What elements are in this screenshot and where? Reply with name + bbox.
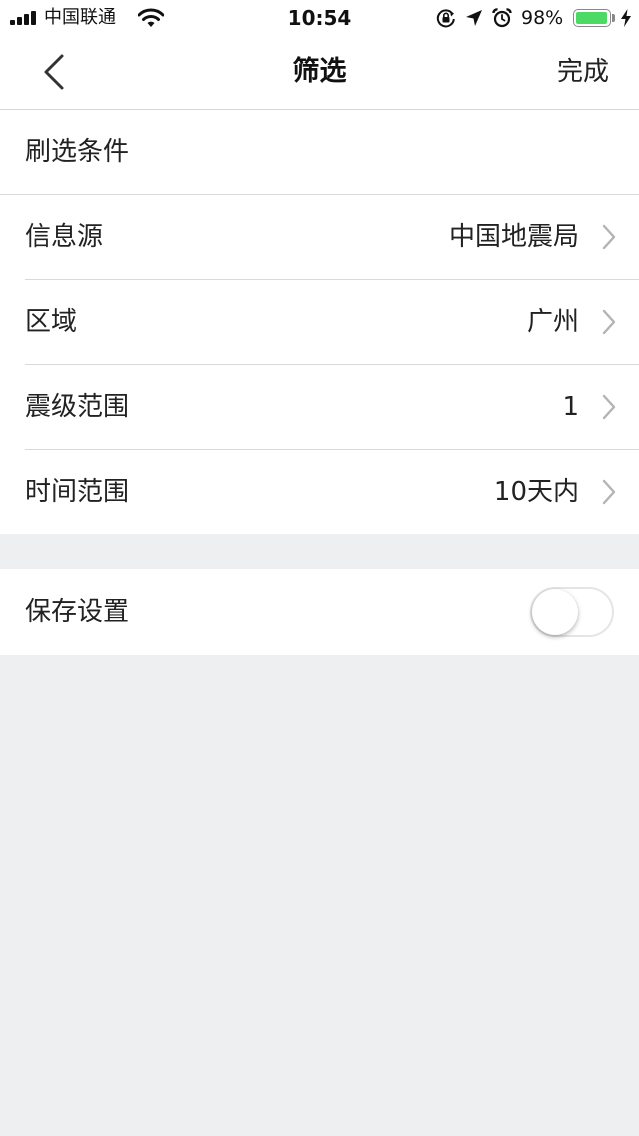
chevron-right-icon <box>602 394 616 420</box>
row-time-range-value: 10天内 <box>493 477 579 507</box>
battery-percent: 98% <box>521 7 564 29</box>
save-settings-label: 保存设置 <box>25 597 130 627</box>
page-title: 筛选 <box>292 56 347 87</box>
row-source-value: 中国地震局 <box>448 222 579 252</box>
section-header-label: 刷选条件 <box>25 137 130 167</box>
chevron-right-icon <box>602 309 616 335</box>
toggle-knob <box>532 589 578 635</box>
charging-bolt-icon <box>621 9 631 27</box>
chevron-right-icon <box>602 224 616 250</box>
row-source[interactable]: 信息源 中国地震局 <box>0 195 639 279</box>
battery-level <box>576 12 608 24</box>
filter-section: 刷选条件 信息源 中国地震局 区域 广州 震级范围 1 时间范围 10天内 <box>0 110 639 534</box>
alarm-icon <box>492 8 512 28</box>
row-time-range-label: 时间范围 <box>25 477 130 507</box>
row-region-value: 广州 <box>526 307 579 337</box>
row-region-label: 区域 <box>25 307 78 337</box>
nav-bar: 筛选 完成 <box>0 36 639 110</box>
done-button[interactable]: 完成 <box>557 56 609 88</box>
row-magnitude-label: 震级范围 <box>25 392 130 422</box>
rotation-lock-icon <box>436 9 455 28</box>
location-icon <box>466 10 482 26</box>
row-magnitude-value: 1 <box>562 392 579 422</box>
save-section: 保存设置 <box>0 569 639 655</box>
battery-tip <box>612 14 615 22</box>
status-bar: 中国联通 10:54 98% <box>0 0 639 36</box>
row-magnitude[interactable]: 震级范围 1 <box>0 365 639 449</box>
row-time-range[interactable]: 时间范围 10天内 <box>0 450 639 534</box>
row-source-label: 信息源 <box>25 222 104 252</box>
save-settings-toggle[interactable] <box>530 587 614 637</box>
row-save-settings: 保存设置 <box>0 569 639 655</box>
battery-icon <box>573 9 611 27</box>
chevron-right-icon <box>602 479 616 505</box>
section-header: 刷选条件 <box>0 110 639 194</box>
row-region[interactable]: 区域 广州 <box>0 280 639 364</box>
